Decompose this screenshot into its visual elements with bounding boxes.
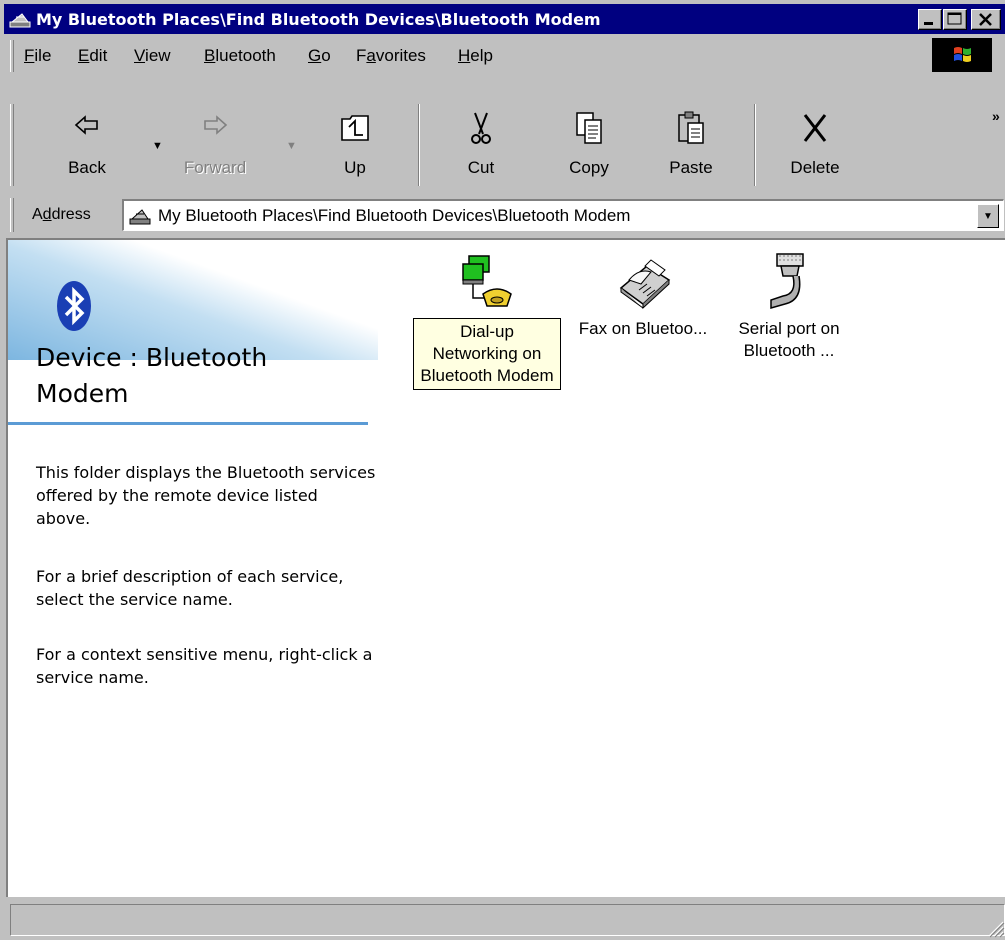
minimize-button[interactable] — [918, 9, 942, 30]
copy-label: Copy — [569, 158, 609, 177]
windows-flag-icon — [954, 47, 971, 62]
description-paragraph: For a context sensitive menu, right-clic… — [36, 645, 373, 687]
menu-bluetooth[interactable]: Bluetooth — [204, 46, 276, 66]
fax-icon — [619, 259, 671, 310]
service-item-dialup-networking[interactable]: Dial-up Networking on Bluetooth Modem — [412, 250, 562, 390]
menu-view-mnemonic: V — [134, 46, 146, 65]
copy-icon — [576, 112, 602, 144]
chevron-down-icon: ▼ — [983, 210, 993, 222]
menu-go-rest: o — [321, 46, 331, 65]
description-paragraph: For a brief description of each service,… — [36, 567, 344, 609]
cut-label: Cut — [467, 158, 495, 177]
service-label: Fax on Bluetoo... — [578, 319, 708, 338]
paste-label: Paste — [669, 158, 713, 177]
back-dropdown-icon[interactable]: ▼ — [152, 140, 163, 152]
toolbar-more-chevron[interactable]: » — [992, 108, 1000, 124]
forward-arrow-icon — [204, 115, 228, 135]
addressbar-grip[interactable] — [10, 198, 14, 232]
up-button[interactable]: Up — [310, 104, 400, 184]
minimize-icon — [924, 22, 933, 25]
back-button[interactable]: Back — [42, 104, 132, 184]
address-dropdown-button[interactable]: ▼ — [977, 204, 999, 228]
bluetooth-logo-icon — [57, 281, 91, 331]
menu-view-rest: iew — [145, 46, 171, 65]
resize-grip-icon[interactable] — [985, 918, 1005, 938]
menubar-grip[interactable] — [10, 40, 14, 72]
copy-button[interactable]: Copy — [544, 104, 634, 184]
window-title: My Bluetooth Places\Find Bluetooth Devic… — [36, 9, 601, 29]
menu-view[interactable]: View — [134, 46, 171, 66]
maximize-button[interactable] — [943, 9, 967, 30]
dialup-networking-icon — [462, 255, 512, 307]
forward-button[interactable]: Forward — [170, 104, 260, 184]
scissors-icon — [471, 112, 491, 144]
up-label: Up — [344, 158, 366, 177]
bluetooth-modem-icon — [129, 208, 151, 224]
menu-help[interactable]: Help — [458, 46, 493, 66]
service-label: Serial port on Bluetooth ... — [738, 319, 840, 360]
menu-favorites-pre: F — [356, 46, 367, 65]
close-button[interactable] — [971, 9, 1001, 30]
menu-favorites-mnemonic: a — [366, 46, 376, 65]
up-folder-icon — [341, 115, 369, 141]
paste-button[interactable]: Paste — [646, 104, 736, 184]
menu-bluetooth-rest: luetooth — [215, 46, 276, 65]
cut-button[interactable]: Cut — [436, 104, 526, 184]
service-item-serial-port[interactable]: Serial port on Bluetooth ... — [714, 250, 864, 362]
serial-port-icon — [770, 253, 804, 309]
toolbar-separator — [418, 104, 420, 186]
forward-dropdown-icon[interactable]: ▼ — [286, 140, 297, 152]
menu-file-mnemonic: F — [24, 46, 35, 65]
back-label: Back — [68, 158, 106, 177]
menu-help-rest: elp — [470, 46, 493, 65]
menu-bluetooth-mnemonic: B — [204, 46, 216, 65]
address-label-pre: A — [32, 206, 43, 223]
bluetooth-modem-icon — [9, 13, 31, 28]
menu-edit-mnemonic: E — [78, 46, 90, 65]
menu-edit-rest: dit — [89, 46, 108, 65]
folder-content[interactable]: Device : Bluetooth Modem This folder dis… — [6, 238, 1005, 897]
status-bar — [4, 900, 1005, 940]
service-label: Dial-up Networking on Bluetooth Modem — [413, 318, 561, 390]
toolbar-separator-2 — [754, 104, 756, 186]
delete-x-icon — [803, 114, 827, 142]
paste-clipboard-icon — [678, 111, 704, 144]
delete-label: Delete — [790, 158, 840, 177]
menu-go[interactable]: Go — [308, 46, 331, 66]
maximize-icon — [947, 12, 962, 25]
close-icon — [979, 13, 992, 26]
address-value: My Bluetooth Places\Find Bluetooth Devic… — [158, 205, 631, 225]
device-title: Device : Bluetooth Modem — [36, 343, 268, 408]
title-bar[interactable]: My Bluetooth Places\Find Bluetooth Devic… — [4, 4, 1005, 34]
menu-file[interactable]: File — [24, 46, 51, 66]
menu-help-mnemonic: H — [458, 46, 471, 65]
windows-logo — [932, 38, 992, 72]
description-paragraph: This folder displays the Bluetooth servi… — [36, 463, 376, 528]
menu-edit[interactable]: Edit — [78, 46, 107, 66]
webview-panel: Device : Bluetooth Modem This folder dis… — [8, 240, 378, 895]
menu-file-rest: ile — [34, 46, 52, 65]
menu-favorites[interactable]: Favorites — [356, 46, 426, 66]
title-divider — [8, 422, 368, 425]
forward-label: Forward — [183, 158, 247, 177]
delete-button[interactable]: Delete — [770, 104, 860, 184]
service-item-fax[interactable]: Fax on Bluetoo... — [568, 250, 718, 340]
address-bar: Address My Bluetooth Places\Find Bluetoo… — [4, 194, 1005, 236]
address-input[interactable]: My Bluetooth Places\Find Bluetooth Devic… — [122, 199, 1004, 231]
menu-bar: File Edit View Bluetooth Go Favorites He… — [4, 36, 1005, 76]
menu-go-mnemonic: G — [308, 46, 322, 65]
address-label-mnemonic: d — [42, 206, 52, 223]
back-arrow-icon — [74, 115, 98, 135]
menu-favorites-rest: vorites — [375, 46, 426, 65]
address-label-rest: dress — [51, 206, 91, 223]
explorer-window: My Bluetooth Places\Find Bluetooth Devic… — [0, 0, 1005, 940]
toolbar-grip[interactable] — [10, 104, 14, 186]
address-label: Address — [32, 206, 91, 224]
status-pane — [10, 904, 1005, 936]
standard-toolbar: Back ▼ Forward ▼ Up Cut Copy Paste Delet… — [4, 100, 1005, 190]
